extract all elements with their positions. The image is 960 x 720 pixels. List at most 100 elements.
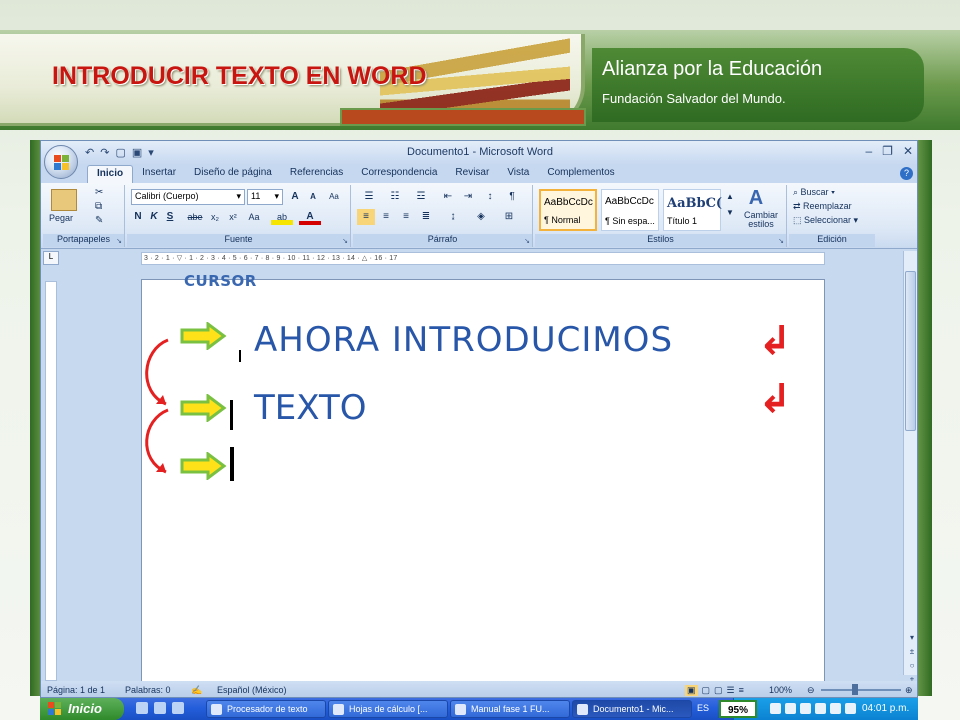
tab-diseño-de-página[interactable]: Diseño de página [185,165,281,183]
language-status[interactable]: Español (México) [217,685,287,695]
select-button[interactable]: ⬚ Seleccionar ▾ [793,215,858,226]
draft-icon[interactable]: ≡ [739,685,744,696]
tab-insertar[interactable]: Insertar [133,165,185,183]
help-icon[interactable]: ? [900,167,913,180]
line-spacing-icon[interactable]: ↨ [441,209,465,225]
change-case-button[interactable]: Aa [243,209,265,225]
replace-button[interactable]: ⇄ Reemplazar [793,201,852,212]
shading-icon[interactable]: ◈ [469,209,493,225]
dialog-launcher-icon[interactable]: ↘ [524,237,530,245]
restore-icon[interactable]: ❐ [882,144,893,158]
dialog-launcher-icon[interactable]: ↘ [116,237,122,245]
quick-launch [136,702,184,714]
tab-revisar[interactable]: Revisar [446,165,498,183]
zoom-indicator[interactable]: 95% [719,700,757,718]
tab-selector[interactable]: L [43,251,59,265]
page-count[interactable]: Página: 1 de 1 [47,685,105,695]
proofing-icon[interactable]: ✍ [191,685,202,696]
taskbar-button[interactable]: Hojas de cálculo [... [328,700,448,718]
minimize-icon[interactable]: – [865,144,872,158]
vertical-scrollbar[interactable] [903,251,917,675]
scrollbar-thumb[interactable] [905,271,916,431]
zoom-slider-knob[interactable] [852,684,858,695]
zoom-level[interactable]: 100% [769,685,792,695]
paste-icon[interactable] [51,189,77,211]
grow-font-icon[interactable]: A [287,189,303,205]
tray-icon[interactable] [845,703,856,714]
quick-launch-icon[interactable] [136,702,148,714]
align-right-icon[interactable]: ≡ [397,209,415,225]
tab-inicio[interactable]: Inicio [87,165,134,183]
tray-icon[interactable] [800,703,811,714]
borders-icon[interactable]: ⊞ [497,209,521,225]
subscript-button[interactable]: x₂ [207,209,223,225]
shrink-font-icon[interactable]: A [305,189,321,205]
taskbar-button[interactable]: Manual fase 1 FU... [450,700,570,718]
paste-button[interactable]: Pegar [49,213,73,223]
web-layout-icon[interactable]: ▢ [714,685,723,696]
word-count[interactable]: Palabras: 0 [125,685,171,695]
strikethrough-button[interactable]: abe [185,209,205,225]
tray-icon[interactable] [830,703,841,714]
multilevel-list-icon[interactable]: ☲ [409,189,433,205]
clear-format-icon[interactable]: Aa [325,189,343,205]
align-left-icon[interactable]: ≡ [357,209,375,225]
superscript-button[interactable]: x² [225,209,241,225]
justify-icon[interactable]: ≣ [417,209,435,225]
tray-icon[interactable] [785,703,796,714]
quick-launch-icon[interactable] [154,702,166,714]
sort-icon[interactable]: ↕ [481,189,499,205]
font-name-select[interactable]: Calibri (Cuerpo) ▾ [131,189,245,205]
full-screen-icon[interactable]: ▢ [702,685,711,696]
tab-correspondencia[interactable]: Correspondencia [352,165,446,183]
start-label: Inicio [68,701,102,716]
numbering-icon[interactable]: ☷ [383,189,407,205]
zoom-in-icon[interactable]: ⊕ [905,685,913,696]
zoom-slider[interactable] [821,689,901,691]
dialog-launcher-icon[interactable]: ↘ [342,237,348,245]
browse-buttons[interactable]: ▾ ± ○ ± [907,631,917,687]
tab-referencias[interactable]: Referencias [281,165,352,183]
view-buttons[interactable]: ▣ ▢ ▢ ☰ ≡ [685,685,744,696]
language-indicator[interactable]: ES [697,703,709,713]
clock[interactable]: 04:01 p.m. [862,703,909,714]
style-normal[interactable]: AaBbCcDc ¶ Normal [539,189,597,231]
zoom-out-icon[interactable]: ⊖ [807,685,815,696]
outline-icon[interactable]: ☰ [727,685,735,696]
taskbar-button[interactable]: Documento1 - Mic... [572,700,692,718]
styles-scroll-icon[interactable]: ▲ ▼ [725,189,735,217]
italic-button[interactable]: K [147,209,161,225]
tray-icon[interactable] [770,703,781,714]
bullets-icon[interactable]: ☰ [357,189,381,205]
tray-icon[interactable] [815,703,826,714]
increase-indent-icon[interactable]: ⇥ [459,189,477,205]
copy-icon[interactable]: ⧉ [95,201,102,212]
style-heading-1[interactable]: AaBbC( Título 1 [663,189,722,231]
format-painter-icon[interactable]: ✎ [95,215,103,226]
align-center-icon[interactable]: ≡ [377,209,395,225]
vertical-ruler[interactable] [45,281,57,681]
cut-icon[interactable]: ✂ [95,187,103,198]
underline-button[interactable]: S [163,209,177,225]
decrease-indent-icon[interactable]: ⇤ [439,189,457,205]
change-styles-button[interactable]: Cambiar estilos [739,211,783,229]
tab-complementos[interactable]: Complementos [538,165,623,183]
bold-button[interactable]: N [131,209,145,225]
font-color-button[interactable]: A [299,209,321,225]
close-icon[interactable]: ✕ [903,144,913,158]
print-layout-icon[interactable]: ▣ [685,685,698,696]
horizontal-ruler[interactable]: 3 · 2 · 1 · ▽ · 1 · 2 · 3 · 4 · 5 · 6 · … [141,252,825,265]
highlight-button[interactable]: ab [271,209,293,225]
tab-vista[interactable]: Vista [498,165,538,183]
start-button[interactable]: Inicio [40,698,124,720]
show-marks-icon[interactable]: ¶ [503,189,521,205]
green-arrow-icon [180,322,227,350]
quick-launch-icon[interactable] [172,702,184,714]
find-button[interactable]: ⌕ Buscar ▾ [793,187,835,198]
style-no-spacing[interactable]: AaBbCcDc ¶ Sin espa... [601,189,659,231]
font-size-select[interactable]: 11 ▾ [247,189,283,205]
dialog-launcher-icon[interactable]: ↘ [778,237,784,245]
taskbar-button[interactable]: Procesador de texto [206,700,326,718]
change-styles-icon[interactable]: A [741,187,771,209]
office-button[interactable] [44,145,78,179]
